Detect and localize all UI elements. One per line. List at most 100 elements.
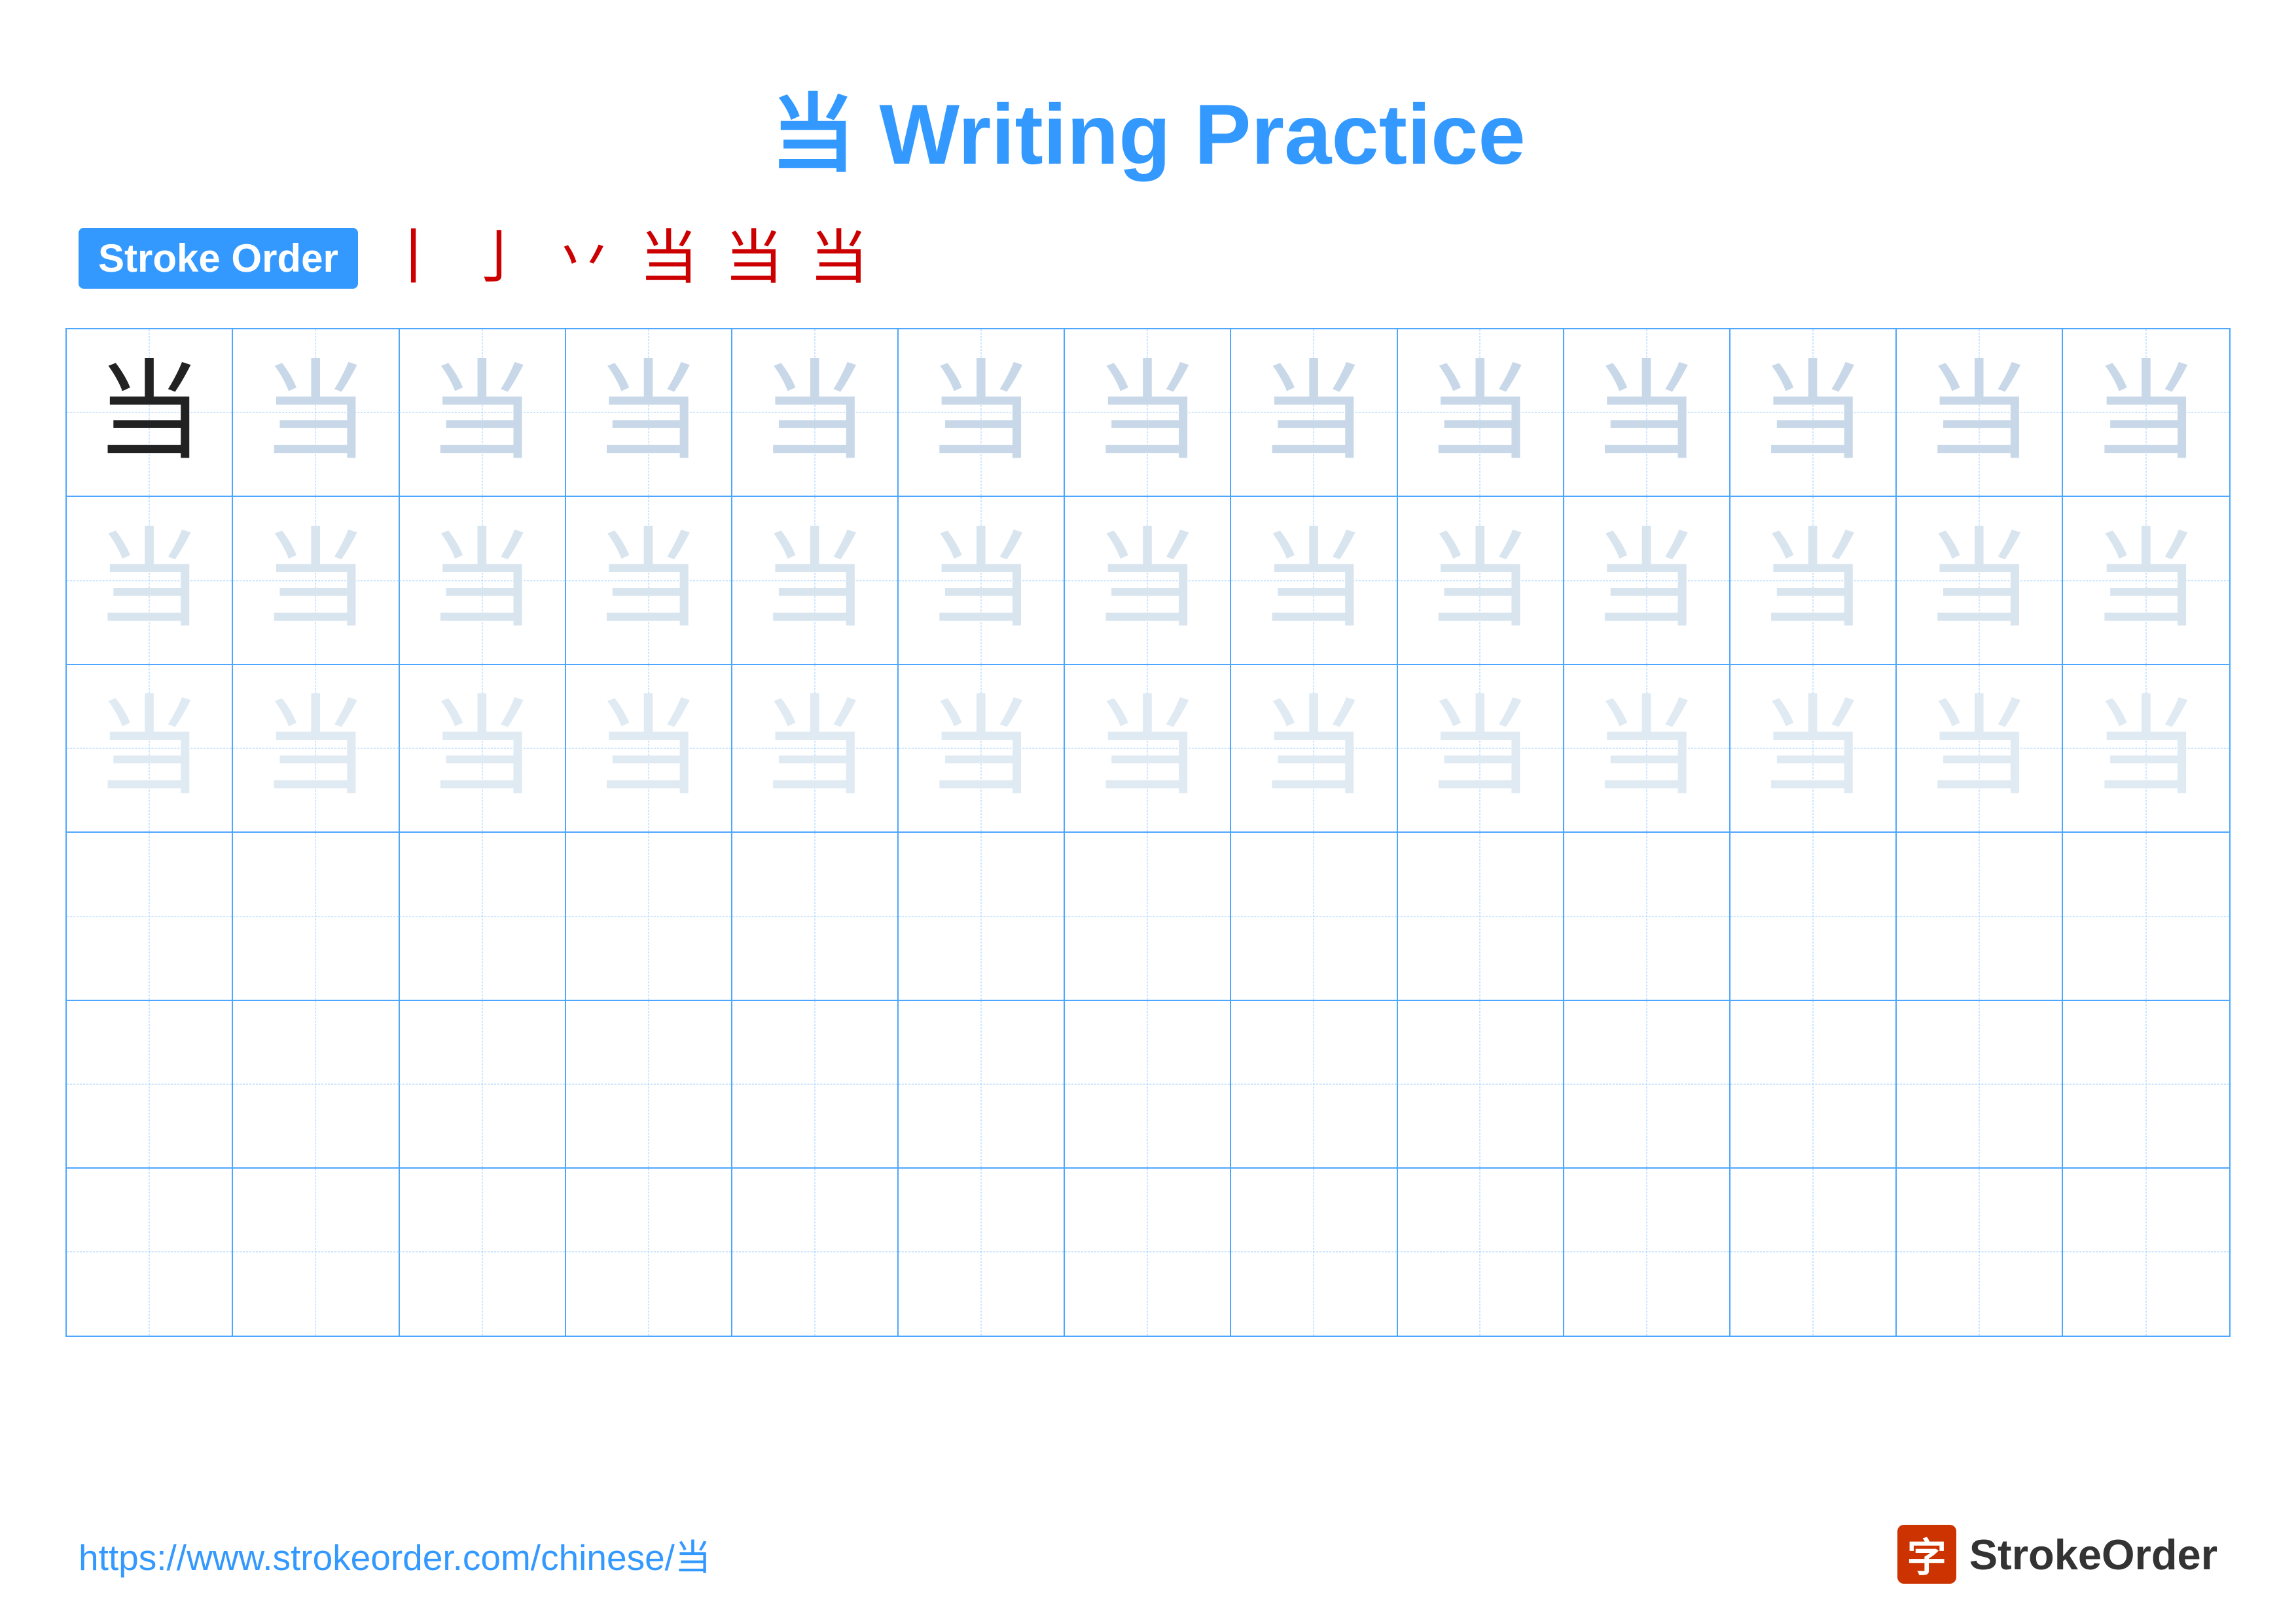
title-label: Writing Practice xyxy=(879,86,1525,182)
grid-cell[interactable] xyxy=(1731,1169,1897,1335)
grid-row-4 xyxy=(67,833,2229,1000)
grid-cell[interactable]: 当 xyxy=(1231,329,1397,496)
grid-cell[interactable]: 当 xyxy=(899,329,1065,496)
stroke-step-5: 当 xyxy=(725,229,783,288)
grid-cell[interactable] xyxy=(565,833,732,999)
grid-cell[interactable]: 当 xyxy=(399,665,565,831)
grid-cell[interactable] xyxy=(732,1169,899,1335)
grid-cell[interactable]: 当 xyxy=(899,665,1065,831)
grid-cell[interactable] xyxy=(1397,1001,1564,1167)
grid-cell[interactable] xyxy=(399,833,565,999)
grid-cell[interactable] xyxy=(233,1001,399,1167)
practice-char: 当 xyxy=(262,526,370,634)
grid-cell[interactable]: 当 xyxy=(67,665,233,831)
grid-cell[interactable]: 当 xyxy=(1397,329,1564,496)
grid-cell[interactable]: 当 xyxy=(1397,665,1564,831)
practice-char: 当 xyxy=(594,359,702,467)
grid-cell[interactable]: 当 xyxy=(1564,497,1730,663)
grid-cell[interactable]: 当 xyxy=(2063,665,2229,831)
logo-text: StrokeOrder xyxy=(1969,1530,2217,1579)
grid-cell[interactable] xyxy=(732,833,899,999)
grid-cell[interactable]: 当 xyxy=(1731,329,1897,496)
practice-char: 当 xyxy=(761,359,869,467)
grid-cell[interactable]: 当 xyxy=(1397,497,1564,663)
grid-cell[interactable] xyxy=(1897,1169,2063,1335)
grid-cell[interactable]: 当 xyxy=(233,497,399,663)
grid-cell[interactable] xyxy=(1065,833,1231,999)
footer-url[interactable]: https://www.strokeorder.com/chinese/当 xyxy=(79,1528,711,1580)
stroke-step-1: 丨 xyxy=(384,229,443,288)
practice-char: 当 xyxy=(1426,694,1534,802)
grid-cell[interactable] xyxy=(1897,1001,2063,1167)
grid-cell[interactable] xyxy=(899,1001,1065,1167)
grid-cell[interactable]: 当 xyxy=(2063,497,2229,663)
grid-cell[interactable] xyxy=(1564,1001,1730,1167)
grid-cell[interactable] xyxy=(1564,833,1730,999)
grid-cell[interactable] xyxy=(899,1169,1065,1335)
grid-cell[interactable]: 当 xyxy=(233,329,399,496)
grid-cell[interactable]: 当 xyxy=(233,665,399,831)
grid-cell[interactable] xyxy=(1065,1001,1231,1167)
grid-cell[interactable]: 当 xyxy=(67,497,233,663)
grid-cell[interactable] xyxy=(67,1001,233,1167)
grid-cell[interactable]: 当 xyxy=(399,329,565,496)
grid-cell[interactable]: 当 xyxy=(1897,665,2063,831)
grid-cell[interactable] xyxy=(233,833,399,999)
grid-cell[interactable] xyxy=(399,1169,565,1335)
grid-cell[interactable] xyxy=(565,1169,732,1335)
grid-cell[interactable] xyxy=(1397,1169,1564,1335)
grid-cell[interactable]: 当 xyxy=(1564,665,1730,831)
title-character: 当 xyxy=(770,86,855,182)
grid-cell[interactable] xyxy=(1731,1001,1897,1167)
grid-cell[interactable]: 当 xyxy=(1897,329,2063,496)
grid-cell[interactable]: 当 xyxy=(1231,665,1397,831)
grid-cell[interactable]: 当 xyxy=(565,665,732,831)
grid-cell[interactable]: 当 xyxy=(1065,497,1231,663)
grid-cell[interactable]: 当 xyxy=(899,497,1065,663)
grid-cell[interactable] xyxy=(1231,1001,1397,1167)
grid-cell[interactable] xyxy=(1731,833,1897,999)
grid-cell[interactable]: 当 xyxy=(2063,329,2229,496)
grid-cell[interactable] xyxy=(1065,1169,1231,1335)
grid-cell[interactable]: 当 xyxy=(1564,329,1730,496)
grid-cell[interactable] xyxy=(1897,833,2063,999)
grid-cell[interactable]: 当 xyxy=(399,497,565,663)
grid-cell[interactable]: 当 xyxy=(67,329,233,496)
grid-cell[interactable] xyxy=(732,1001,899,1167)
grid-cell[interactable] xyxy=(67,1169,233,1335)
grid-cell[interactable]: 当 xyxy=(565,497,732,663)
grid-cell[interactable] xyxy=(1231,1169,1397,1335)
stroke-order-badge: Stroke Order xyxy=(79,228,358,289)
grid-cell[interactable] xyxy=(1564,1169,1730,1335)
grid-cell[interactable]: 当 xyxy=(1731,665,1897,831)
grid-cell[interactable] xyxy=(233,1169,399,1335)
practice-char: 当 xyxy=(428,359,536,467)
practice-char: 当 xyxy=(1592,359,1700,467)
grid-cell[interactable]: 当 xyxy=(565,329,732,496)
grid-cell[interactable]: 当 xyxy=(1897,497,2063,663)
grid-cell[interactable]: 当 xyxy=(1065,329,1231,496)
grid-cell[interactable] xyxy=(899,833,1065,999)
grid-cell[interactable] xyxy=(399,1001,565,1167)
practice-char: 当 xyxy=(1759,359,1867,467)
grid-cell[interactable] xyxy=(2063,833,2229,999)
practice-char: 当 xyxy=(1925,359,2033,467)
grid-cell[interactable]: 当 xyxy=(1231,497,1397,663)
grid-cell[interactable]: 当 xyxy=(732,665,899,831)
grid-cell[interactable]: 当 xyxy=(732,329,899,496)
stroke-step-6: 当 xyxy=(810,229,869,288)
grid-cell[interactable] xyxy=(2063,1169,2229,1335)
grid-cell[interactable] xyxy=(1231,833,1397,999)
logo-icon: 字 xyxy=(1897,1525,1956,1584)
grid-cell[interactable]: 当 xyxy=(732,497,899,663)
practice-char: 当 xyxy=(2092,526,2200,634)
grid-cell[interactable] xyxy=(67,833,233,999)
grid-cell[interactable]: 当 xyxy=(1065,665,1231,831)
grid-cell[interactable] xyxy=(565,1001,732,1167)
grid-cell[interactable] xyxy=(1397,833,1564,999)
practice-char: 当 xyxy=(1260,526,1368,634)
grid-cell[interactable] xyxy=(2063,1001,2229,1167)
grid-cell[interactable]: 当 xyxy=(1731,497,1897,663)
practice-char: 当 xyxy=(1592,526,1700,634)
page-title: 当 Writing Practice xyxy=(770,86,1525,182)
